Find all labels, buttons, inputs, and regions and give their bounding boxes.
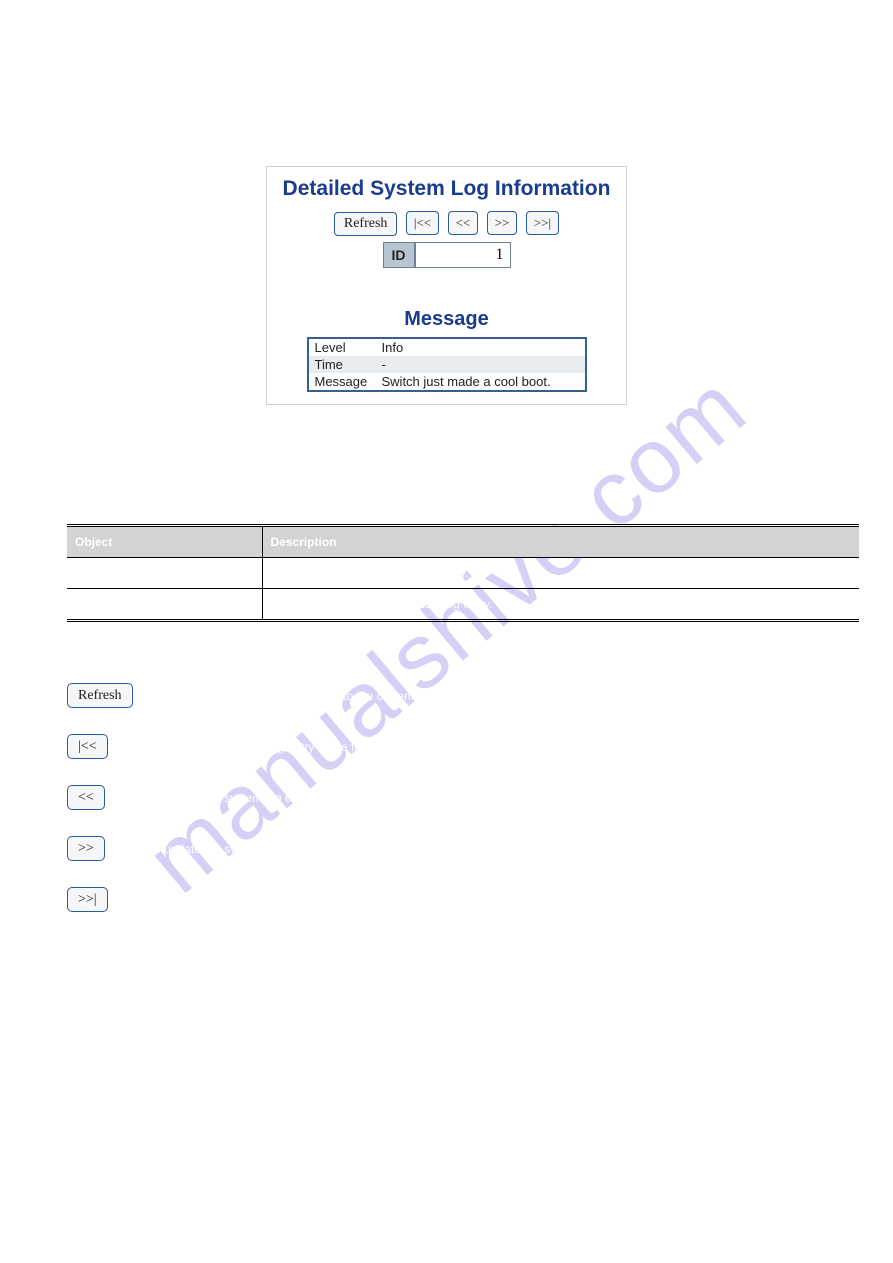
button-desc: : Click to update the system log entry t… bbox=[115, 842, 471, 856]
button-line: Refresh : Click to refresh the system lo… bbox=[67, 683, 493, 708]
next-button[interactable]: >> bbox=[487, 211, 518, 235]
last-button[interactable]: >>| bbox=[526, 211, 559, 235]
chapter-small: Chapter 4 bbox=[785, 68, 833, 80]
chapter-big: Web Configuration — System Log Informati… bbox=[466, 92, 833, 113]
buttons-heading: Buttons bbox=[67, 655, 493, 669]
footer-right: Page bbox=[796, 1205, 833, 1223]
last-button-img[interactable]: >>| bbox=[67, 887, 108, 912]
button-line: >>| : Click to update the system log ent… bbox=[67, 887, 493, 912]
desc-cell: The ID (>= 1) of the system log entry. bbox=[262, 558, 859, 589]
header-divider bbox=[0, 66, 893, 70]
table-row: Message The message text of the system l… bbox=[67, 589, 859, 621]
table-row: LevelInfo bbox=[308, 338, 586, 356]
button-desc: : Click to update the system log entry t… bbox=[115, 791, 493, 805]
first-button-img[interactable]: |<< bbox=[67, 734, 108, 759]
desc-line: The page includes the following fields: bbox=[67, 495, 270, 509]
table-row: MessageSwitch just made a cool boot. bbox=[308, 373, 586, 391]
obj-cell: Message bbox=[67, 589, 262, 621]
msg-val: Info bbox=[376, 338, 586, 356]
msg-val: - bbox=[376, 356, 586, 373]
obj-cell: ID bbox=[67, 558, 262, 589]
button-desc: : Click to update the system log entry t… bbox=[118, 740, 470, 754]
button-line: >> : Click to update the system log entr… bbox=[67, 836, 493, 861]
first-button[interactable]: |<< bbox=[406, 211, 439, 235]
refresh-button[interactable]: Refresh bbox=[334, 212, 398, 236]
col-description: Description bbox=[262, 526, 859, 558]
prev-button-img[interactable]: << bbox=[67, 785, 105, 810]
col-object: Object bbox=[67, 526, 262, 558]
button-line: |<< : Click to update the system log ent… bbox=[67, 734, 493, 759]
panel-button-row: Refresh |<< << >> >>| bbox=[277, 211, 616, 236]
button-line: << : Click to update the system log entr… bbox=[67, 785, 493, 810]
next-button-img[interactable]: >> bbox=[67, 836, 105, 861]
object-table: Object Description ID The ID (>= 1) of t… bbox=[67, 524, 859, 622]
table-row: Time- bbox=[308, 356, 586, 373]
buttons-block: Buttons Refresh : Click to refresh the s… bbox=[67, 655, 493, 938]
refresh-button-img[interactable]: Refresh bbox=[67, 683, 133, 708]
id-row: ID1 bbox=[277, 242, 616, 268]
msg-key: Time bbox=[308, 356, 376, 373]
panel-title: Detailed System Log Information bbox=[277, 177, 616, 201]
button-desc: : Click to update the system log entry t… bbox=[118, 893, 470, 907]
id-value[interactable]: 1 bbox=[415, 242, 511, 268]
message-heading: Message bbox=[277, 308, 616, 331]
msg-val: Switch just made a cool boot. bbox=[376, 373, 586, 391]
msg-key: Level bbox=[308, 338, 376, 356]
msg-key: Message bbox=[308, 373, 376, 391]
figure-caption: Figure 4-x: Detailed System Log Informat… bbox=[0, 444, 893, 458]
message-table: LevelInfo Time- MessageSwitch just made … bbox=[307, 337, 587, 392]
button-desc: : Click to refresh the system log entry … bbox=[143, 689, 463, 703]
intro-text: This function provides the detailed log … bbox=[67, 132, 509, 146]
prev-button[interactable]: << bbox=[448, 211, 479, 235]
desc-cell: The message text of the system log entry… bbox=[262, 589, 859, 621]
table-row: ID The ID (>= 1) of the system log entry… bbox=[67, 558, 859, 589]
id-label: ID bbox=[383, 242, 415, 268]
footer-left: User's Manual bbox=[67, 1205, 169, 1223]
log-panel: Detailed System Log Information Refresh … bbox=[266, 166, 627, 405]
